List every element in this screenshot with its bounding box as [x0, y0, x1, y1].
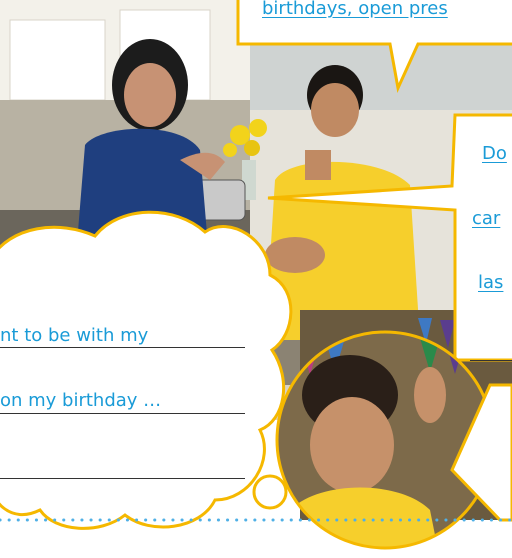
illustration-scene: birthdays, open pres Do car las nt to be… — [0, 0, 512, 558]
dotted-border — [0, 518, 512, 522]
